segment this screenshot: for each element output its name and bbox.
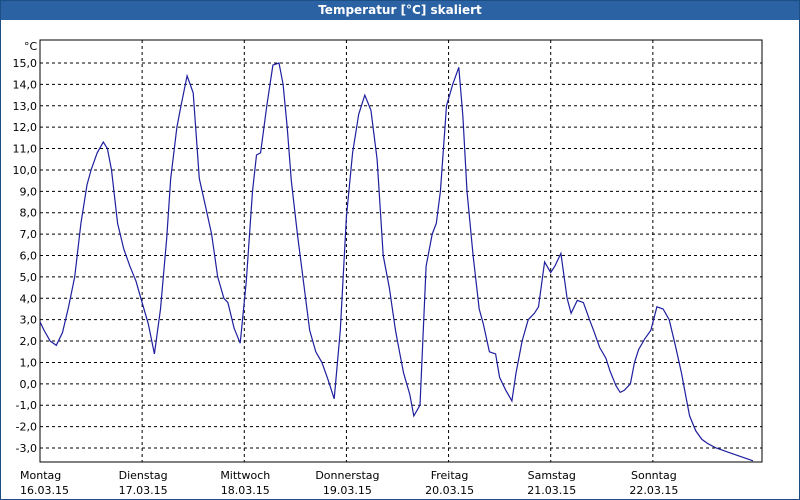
x-tick-day-name: Donnerstag xyxy=(315,469,379,482)
y-tick-label: 13,0 xyxy=(13,100,38,113)
y-tick-label: 9,0 xyxy=(20,185,38,198)
temperature-chart: °C 15,0 14,0 13,0 12,0 11,0 10,0 9,0 8,0 7,0 6,0 5… xyxy=(13,39,763,497)
y-tick-label: 14,0 xyxy=(13,78,38,91)
y-tick-label: 4,0 xyxy=(20,292,38,305)
grid xyxy=(40,40,762,462)
y-tick-label: 1,0 xyxy=(20,356,38,369)
x-tick-date: 19.03.15 xyxy=(323,484,372,497)
y-tick-label: -2,0 xyxy=(16,421,37,434)
x-tick-day-name: Sonntag xyxy=(631,469,677,482)
y-tick-label: 15,0 xyxy=(13,57,38,70)
x-tick-date: 20.03.15 xyxy=(425,484,474,497)
y-axis-unit: °C xyxy=(24,40,38,53)
y-tick-label: 8,0 xyxy=(20,207,38,220)
x-tick-day-name: Samstag xyxy=(528,469,576,482)
y-tick-labels: 15,0 14,0 13,0 12,0 11,0 10,0 9,0 8,0 7,0 6,0 5,0 4… xyxy=(13,57,38,455)
y-tick-label: -3,0 xyxy=(16,442,37,455)
y-tick-label: 3,0 xyxy=(20,314,38,327)
y-tick-label: 12,0 xyxy=(13,121,38,134)
y-tick-label: 11,0 xyxy=(13,143,38,156)
x-tick-date: 22.03.15 xyxy=(629,484,678,497)
x-tick-date: 16.03.15 xyxy=(20,484,69,497)
y-tick-label: 10,0 xyxy=(13,164,38,177)
temperature-line xyxy=(39,62,754,462)
x-tick-date: 17.03.15 xyxy=(119,484,168,497)
x-tick-day-name: Mittwoch xyxy=(220,469,270,482)
x-tick-day-name: Freitag xyxy=(431,469,469,482)
x-tick-date: 21.03.15 xyxy=(527,484,576,497)
x-tick-day-name: Dienstag xyxy=(119,469,168,482)
x-tick-date: 18.03.15 xyxy=(221,484,270,497)
y-tick-label: 0,0 xyxy=(20,378,38,391)
y-tick-label: 7,0 xyxy=(20,228,38,241)
y-tick-label: 6,0 xyxy=(20,250,38,263)
x-tick-day-name: Montag xyxy=(20,469,61,482)
plot-frame xyxy=(39,39,763,463)
x-tick-labels: Montag 16.03.15 Dienstag 17.03.15 Mittwoch 18… xyxy=(20,469,678,497)
y-tick-label: 2,0 xyxy=(20,335,38,348)
y-tick-label: 5,0 xyxy=(20,271,38,284)
y-tick-label: -1,0 xyxy=(16,399,37,412)
